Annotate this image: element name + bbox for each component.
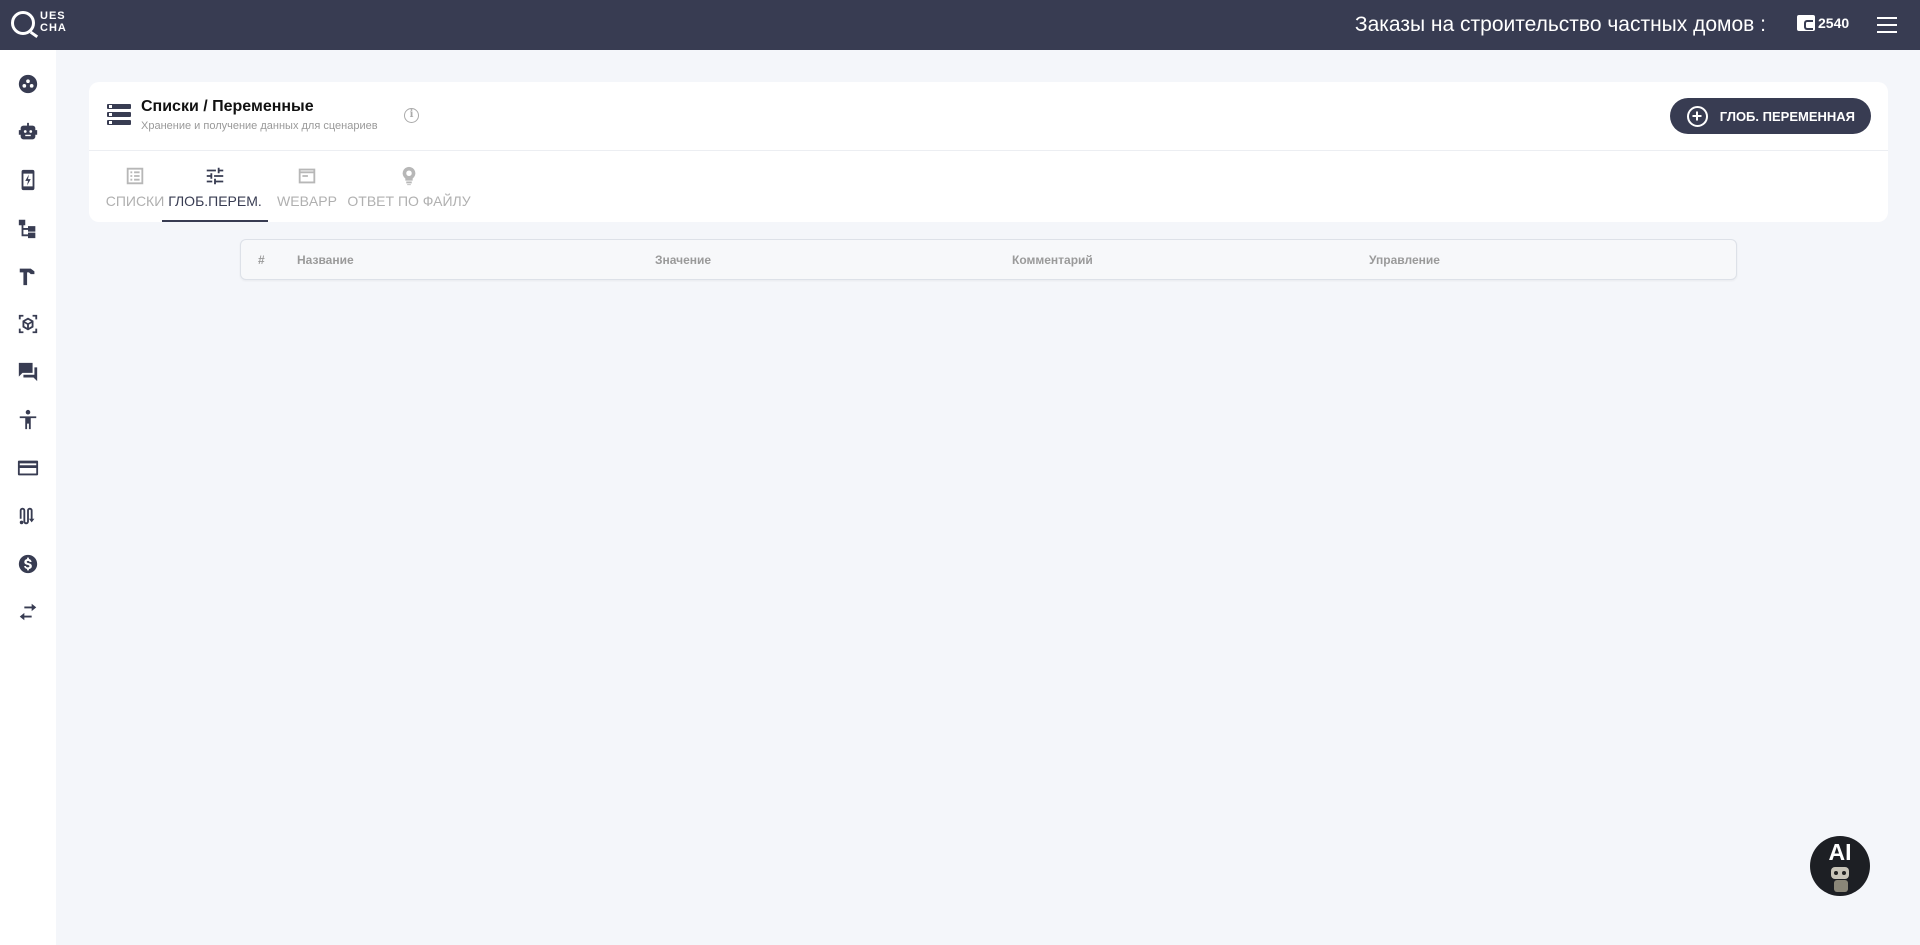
balance-value: 2540 [1818,15,1850,31]
person-icon [19,409,37,430]
sidebar-item-structure[interactable] [16,216,40,240]
phone-bolt-icon [21,169,35,191]
robot-mascot-icon [1831,867,1851,893]
column-header-number[interactable]: # [258,253,265,267]
sidebar-item-bots[interactable] [16,120,40,144]
cube-scan-icon [18,314,38,334]
variables-panel: Списки / Переменные Хранение и получение… [89,82,1888,222]
sidebar-item-routes[interactable] [16,504,40,528]
page-title: Списки / Переменные [141,98,314,115]
sidebar-item-chats[interactable] [16,360,40,384]
wallet-icon [1797,15,1815,31]
column-header-comment[interactable]: Комментарий [1012,253,1093,267]
swap-arrows-icon [19,603,37,621]
sidebar-item-ar[interactable] [16,312,40,336]
chat-bubbles-icon [18,362,38,382]
list-icon [126,167,144,185]
hamburger-menu-icon[interactable] [1877,17,1897,33]
logo-text-line2: CHA [40,22,67,34]
add-global-variable-button[interactable]: ГЛОБ. ПЕРЕМЕННАЯ [1669,98,1871,134]
sidebar-item-dashboard[interactable] [16,72,40,96]
sidebar-item-devices[interactable] [16,168,40,192]
column-header-name[interactable]: Название [297,253,354,267]
storage-list-icon [107,104,131,126]
tab-label: ОТВЕТ ПО ФАЙЛУ [347,193,471,209]
credit-card-icon [17,460,39,476]
route-icon [19,507,35,525]
sidebar-item-payments[interactable] [16,456,40,480]
plus-circle-icon [1686,105,1708,127]
sidebar [0,50,56,945]
top-bar: UES CHA Заказы на строительство частных … [0,0,1920,50]
tab-label: WEBAPP [277,193,337,209]
project-title: Заказы на строительство частных домов : [1354,13,1766,36]
tab-webapp[interactable]: WEBAPP [272,162,342,222]
add-button-label: ГЛОБ. ПЕРЕМЕННАЯ [1719,108,1855,124]
browser-window-icon [298,168,316,184]
sidebar-item-accessibility[interactable] [16,408,40,432]
logo-mark [11,11,35,35]
tab-file-response[interactable]: ОТВЕТ ПО ФАЙЛУ [346,162,472,222]
file-lightbulb-icon [402,166,416,186]
hammer-icon [19,268,35,286]
ai-label: AI [1828,839,1852,865]
column-header-actions[interactable]: Управление [1369,253,1440,267]
balance-widget[interactable]: 2540 [1797,15,1849,31]
tab-global-variables[interactable]: ГЛОБ.ПЕРЕМ. [162,162,268,222]
sidebar-item-billing[interactable] [16,552,40,576]
tab-label: СПИСКИ [105,193,165,209]
dollar-circle-icon [18,554,38,574]
hierarchy-icon [18,219,36,239]
page-subtitle: Хранение и получение данных для сценарие… [141,120,378,132]
logo[interactable]: UES CHA [11,9,71,41]
variables-table: # Название Значение Комментарий Управлен… [240,239,1737,280]
sliders-icon [206,167,224,185]
logo-text-line1: UES [40,10,66,22]
sidebar-item-exchange[interactable] [16,600,40,624]
panel-header: Списки / Переменные Хранение и получение… [89,82,1888,151]
robot-icon [18,122,38,140]
sidebar-item-tools[interactable] [16,264,40,288]
tab-label: ГЛОБ.ПЕРЕМ. [168,193,262,209]
ai-assistant-button[interactable]: AI [1810,836,1870,896]
info-icon[interactable]: i [404,108,419,123]
dots-circle-icon [18,74,38,94]
column-header-value[interactable]: Значение [655,253,711,267]
